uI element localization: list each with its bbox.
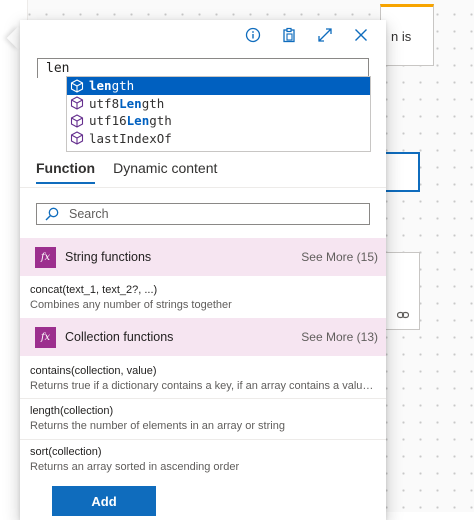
clipboard-icon[interactable] bbox=[271, 24, 307, 46]
function-signature: concat(text_1, text_2?, ...) bbox=[30, 284, 158, 296]
category-collection-functions[interactable]: fx Collection functions See More (13) bbox=[20, 318, 386, 356]
method-cube-icon bbox=[70, 114, 84, 128]
function-item-concat[interactable]: concat(text_1, text_2?, ...) Combines an… bbox=[30, 284, 378, 311]
see-more-link[interactable]: See More (13) bbox=[301, 330, 378, 344]
background-card[interactable] bbox=[380, 252, 420, 330]
category-string-functions[interactable]: fx String functions See More (15) bbox=[20, 238, 386, 276]
suggestion-length[interactable]: length bbox=[67, 77, 370, 95]
category-title: String functions bbox=[65, 250, 152, 264]
suggestion-utf16length[interactable]: utf16Length bbox=[67, 112, 370, 130]
search-icon bbox=[45, 207, 59, 221]
suggestion-lastindexof[interactable]: lastIndexOf bbox=[67, 130, 370, 148]
suggestion-utf8length[interactable]: utf8Length bbox=[67, 95, 370, 113]
function-item-sort[interactable]: sort(collection) Returns an array sorted… bbox=[30, 446, 378, 473]
popup-toolbar bbox=[235, 24, 379, 46]
see-more-link[interactable]: See More (15) bbox=[301, 250, 378, 264]
search-box[interactable] bbox=[36, 203, 370, 225]
background-input-box[interactable] bbox=[380, 152, 420, 192]
expression-input[interactable]: len bbox=[37, 58, 369, 78]
tab-function[interactable]: Function bbox=[36, 160, 96, 184]
link-icon[interactable] bbox=[396, 309, 410, 323]
function-fx-icon: fx bbox=[35, 326, 56, 348]
row-divider bbox=[20, 398, 386, 399]
tab-dynamic-content[interactable]: Dynamic content bbox=[113, 160, 217, 184]
function-fx-icon: fx bbox=[35, 246, 56, 268]
info-icon[interactable] bbox=[235, 24, 271, 46]
autocomplete-list: length utf8Length utf16Length lastIndexO… bbox=[66, 76, 371, 152]
category-title: Collection functions bbox=[65, 330, 174, 344]
tab-bar: Function Dynamic content bbox=[36, 160, 217, 184]
function-signature: contains(collection, value) bbox=[30, 365, 157, 377]
function-description: Returns an array sorted in ascending ord… bbox=[30, 461, 240, 473]
expand-icon[interactable] bbox=[307, 24, 343, 46]
function-description: Returns the number of elements in an arr… bbox=[30, 420, 285, 432]
background-action-card[interactable]: n is bbox=[380, 4, 434, 66]
tabs-divider bbox=[20, 187, 386, 188]
function-description: Returns true if a dictionary contains a … bbox=[30, 380, 376, 392]
background-card-text: n is bbox=[391, 29, 412, 44]
row-divider bbox=[20, 439, 386, 440]
function-item-length[interactable]: length(collection) Returns the number of… bbox=[30, 405, 378, 432]
function-signature: sort(collection) bbox=[30, 446, 102, 458]
method-cube-icon bbox=[70, 79, 84, 93]
function-item-contains[interactable]: contains(collection, value) Returns true… bbox=[30, 365, 378, 392]
search-input[interactable] bbox=[69, 207, 339, 221]
method-cube-icon bbox=[70, 131, 84, 145]
function-signature: length(collection) bbox=[30, 405, 114, 417]
close-icon[interactable] bbox=[343, 24, 379, 46]
function-description: Combines any number of strings together bbox=[30, 299, 232, 311]
method-cube-icon bbox=[70, 96, 84, 110]
